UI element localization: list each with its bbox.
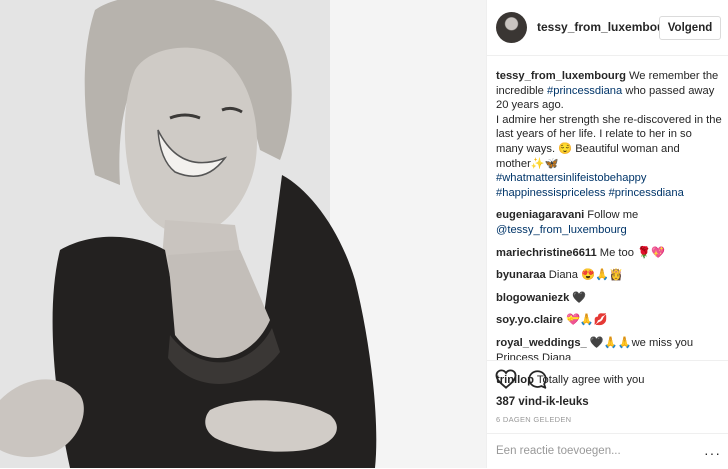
comment-text: 🖤: [572, 291, 587, 304]
likes-count[interactable]: 387 vind-ik-leuks: [496, 396, 589, 408]
comment-username[interactable]: eugeniagaravani: [496, 209, 584, 221]
comment-text: Diana 😍🙏👸: [548, 269, 623, 282]
speech-bubble-icon[interactable]: [527, 369, 548, 390]
comment-input[interactable]: Een reactie toevoegen...: [496, 445, 621, 457]
caption-username[interactable]: tessy_from_luxembourg: [496, 70, 626, 82]
comment-item: mariechristine6611 Me too 🌹💖: [496, 246, 722, 261]
comment-username[interactable]: blogowaniezk: [496, 292, 569, 304]
comment-item: eugeniagaravani Follow me @tessy_from_lux…: [496, 208, 722, 237]
caption: tessy_from_luxembourg We remember the inc…: [496, 69, 722, 200]
comment-text: Follow me: [587, 209, 639, 222]
comment-text: Me too 🌹💖: [599, 246, 665, 259]
add-comment-bar: Een reactie toevoegen... ···: [487, 433, 728, 469]
instagram-post: tessy_from_luxembourg Volgend tessy_from…: [0, 0, 728, 468]
comment-item: byunaraa Diana 😍🙏👸: [496, 268, 722, 283]
action-bar: 387 vind-ik-leuks 6 DAGEN GELEDEN Een re…: [487, 360, 728, 468]
more-options-icon[interactable]: ···: [704, 445, 721, 461]
comment-text: 💝🙏💋: [565, 314, 608, 327]
caption-text-3: I admire her strength she re-discovered …: [496, 113, 722, 170]
comment-username[interactable]: royal_weddings_: [496, 337, 587, 349]
post-photo[interactable]: [0, 0, 486, 468]
comment-item: soy.yo.claire 💝🙏💋: [496, 313, 722, 328]
post-sidebar: tessy_from_luxembourg Volgend tessy_from…: [486, 0, 728, 468]
hashtag-link[interactable]: #princessdiana: [609, 187, 684, 199]
post-timestamp: 6 DAGEN GELEDEN: [496, 415, 572, 424]
follow-button[interactable]: Volgend: [659, 16, 721, 40]
comment-username[interactable]: mariechristine6611: [496, 247, 597, 259]
hashtag-link[interactable]: #princessdiana: [547, 85, 622, 97]
heart-outline-icon[interactable]: [495, 369, 517, 389]
header-username[interactable]: tessy_from_luxembourg: [537, 20, 676, 34]
avatar[interactable]: [496, 12, 527, 43]
hashtag-link[interactable]: #happinessispriceless: [496, 187, 605, 199]
hashtag-link[interactable]: #whatmattersinlifeistobehappy: [496, 171, 722, 186]
comment-username[interactable]: soy.yo.claire: [496, 314, 563, 326]
photo-illustration: [0, 0, 486, 468]
comment-username[interactable]: byunaraa: [496, 269, 546, 281]
mention-link[interactable]: @tessy_from_luxembourg: [496, 223, 722, 238]
post-header: tessy_from_luxembourg Volgend: [487, 0, 728, 56]
comments-list: tessy_from_luxembourg We remember the inc…: [496, 69, 722, 396]
comment-item: blogowaniezk 🖤: [496, 291, 722, 306]
